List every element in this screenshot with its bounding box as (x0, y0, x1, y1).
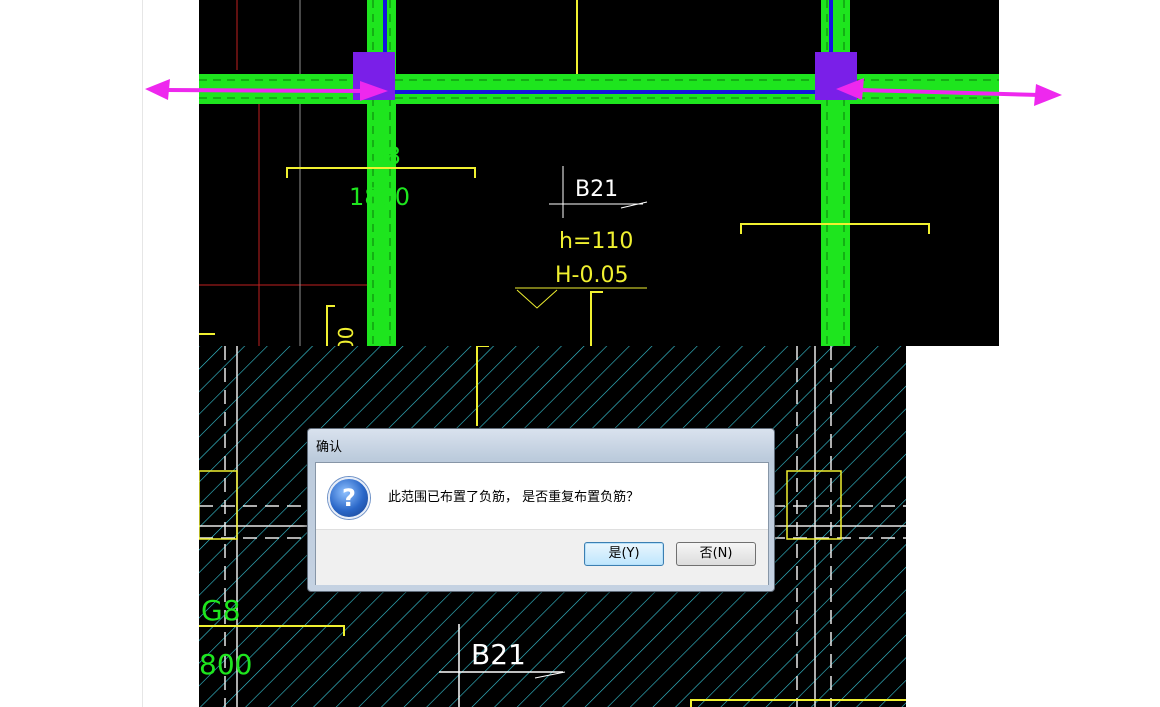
slab-label: B21 (575, 177, 618, 202)
vertical-beam-right[interactable] (821, 0, 850, 346)
beam-label: G8 (367, 142, 401, 170)
vertical-annotation: 00 (334, 327, 358, 346)
beam-value: 800 (199, 648, 252, 681)
no-button[interactable]: 否(N) (676, 542, 756, 566)
dialog-message: 此范围已布置了负筋， 是否重复布置负筋？ (388, 490, 640, 505)
slab-thickness: h=110 (559, 229, 633, 254)
elevation-symbol (516, 289, 558, 309)
dialog-title: 确认 (316, 440, 343, 455)
beam-value: 1800 (349, 183, 410, 211)
confirm-dialog[interactable]: 确认 ? 此范围已布置了负筋， 是否重复布置负筋？ 是(Y) 否(N) (307, 428, 775, 592)
cad-view-top[interactable]: G8 1800 B21 h=110 H-0.05 00 (199, 0, 999, 346)
dialog-footer: 是(Y) 否(N) (316, 529, 768, 585)
dialog-content: ? 此范围已布置了负筋， 是否重复布置负筋？ (316, 463, 768, 529)
vertical-beam-left[interactable] (367, 0, 396, 346)
slab-elevation: H-0.05 (555, 263, 628, 288)
cad-top-canvas: G8 1800 B21 h=110 H-0.05 00 (199, 0, 999, 346)
slab-label: B21 (471, 638, 526, 671)
dialog-body: ? 此范围已布置了负筋， 是否重复布置负筋？ 是(Y) 否(N) (315, 462, 769, 585)
beam-label: G8 (201, 594, 241, 627)
page-left-rule (142, 0, 143, 707)
yes-button[interactable]: 是(Y) (584, 542, 664, 566)
question-icon: ? (328, 477, 370, 519)
